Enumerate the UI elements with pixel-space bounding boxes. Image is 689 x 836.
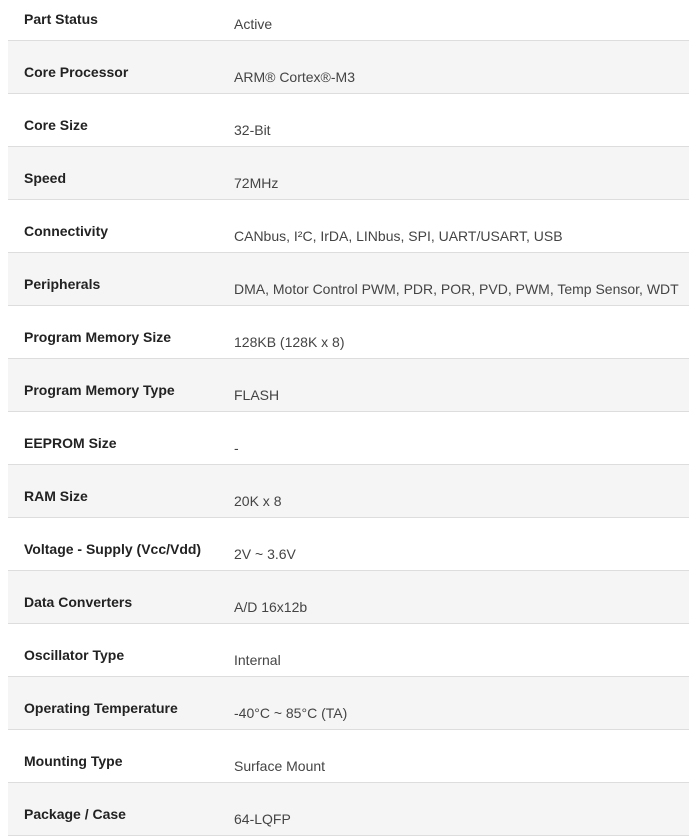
- spec-row-connectivity: Connectivity CANbus, I²C, IrDA, LINbus, …: [8, 200, 689, 253]
- spec-row-core-processor: Core Processor ARM® Cortex®-M3: [8, 41, 689, 94]
- spec-row-mounting-type: Mounting Type Surface Mount: [8, 730, 689, 783]
- spec-label: Oscillator Type: [24, 647, 125, 663]
- spec-row-peripherals: Peripherals DMA, Motor Control PWM, PDR,…: [8, 253, 689, 306]
- spec-row-program-memory-size: Program Memory Size 128KB (128K x 8): [8, 306, 689, 359]
- spec-label: Voltage - Supply (Vcc/Vdd): [24, 541, 202, 557]
- spec-value: -40°C ~ 85°C (TA): [234, 705, 348, 721]
- spec-label: Speed: [24, 170, 67, 186]
- spec-row-program-memory-type: Program Memory Type FLASH: [8, 359, 689, 412]
- spec-row-oscillator-type: Oscillator Type Internal: [8, 624, 689, 677]
- spec-label: EEPROM Size: [24, 435, 117, 451]
- spec-label: Program Memory Type: [24, 382, 175, 398]
- spec-label: Program Memory Size: [24, 329, 172, 345]
- spec-value: 32-Bit: [234, 122, 271, 138]
- spec-value: A/D 16x12b: [234, 599, 308, 615]
- spec-row-data-converters: Data Converters A/D 16x12b: [8, 571, 689, 624]
- spec-row-package-case: Package / Case 64-LQFP: [8, 783, 689, 836]
- spec-value: Internal: [234, 652, 281, 668]
- spec-value: 128KB (128K x 8): [234, 334, 345, 350]
- product-attributes-table: Part Status Active Core Processor ARM® C…: [8, 0, 689, 836]
- spec-label: Mounting Type: [24, 753, 123, 769]
- spec-value: 72MHz: [234, 175, 279, 191]
- spec-value: DMA, Motor Control PWM, PDR, POR, PVD, P…: [234, 281, 679, 297]
- spec-value: 20K x 8: [234, 493, 282, 509]
- spec-row-voltage-supply: Voltage - Supply (Vcc/Vdd) 2V ~ 3.6V: [8, 518, 689, 571]
- spec-label: Operating Temperature: [24, 700, 178, 716]
- spec-value: FLASH: [234, 387, 280, 403]
- spec-label: Core Size: [24, 117, 88, 133]
- spec-row-ram-size: RAM Size 20K x 8: [8, 465, 689, 518]
- spec-row-core-size: Core Size 32-Bit: [8, 94, 689, 147]
- spec-value: ARM® Cortex®-M3: [234, 69, 355, 85]
- spec-value: Surface Mount: [234, 758, 326, 774]
- spec-value: Active: [234, 16, 273, 32]
- spec-row-operating-temperature: Operating Temperature -40°C ~ 85°C (TA): [8, 677, 689, 730]
- spec-label: Package / Case: [24, 806, 126, 822]
- spec-value: 2V ~ 3.6V: [234, 546, 296, 562]
- spec-value: 64-LQFP: [234, 811, 291, 827]
- spec-value: CANbus, I²C, IrDA, LINbus, SPI, UART/USA…: [234, 228, 563, 244]
- spec-value: -: [234, 440, 239, 456]
- spec-row-speed: Speed 72MHz: [8, 147, 689, 200]
- spec-row-eeprom-size: EEPROM Size -: [8, 412, 689, 465]
- spec-label: Core Processor: [24, 64, 129, 80]
- spec-label: Peripherals: [24, 276, 101, 292]
- spec-row-part-status: Part Status Active: [8, 0, 689, 41]
- spec-label: Data Converters: [24, 594, 133, 610]
- spec-label: Connectivity: [24, 223, 109, 239]
- spec-label: RAM Size: [24, 488, 88, 504]
- spec-label: Part Status: [24, 11, 98, 27]
